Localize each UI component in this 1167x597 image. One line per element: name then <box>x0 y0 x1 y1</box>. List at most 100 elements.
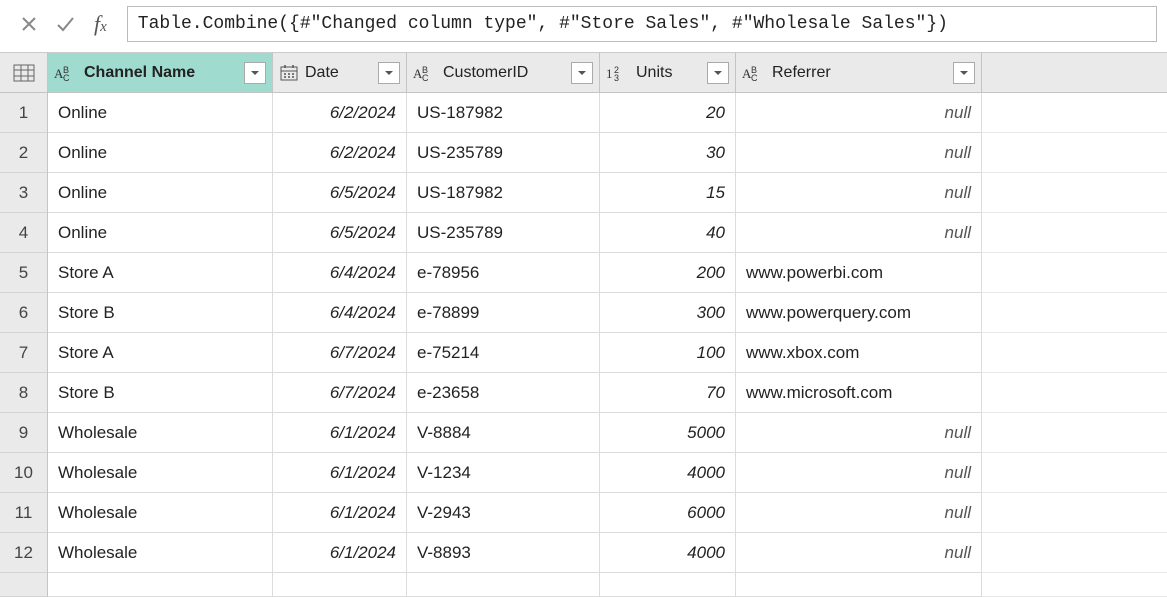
cell-blank <box>982 293 1167 333</box>
cell-date[interactable]: 6/7/2024 <box>273 333 407 373</box>
cell-units[interactable]: 40 <box>600 213 736 253</box>
cell-channel[interactable]: Online <box>48 213 273 253</box>
row-number[interactable]: 2 <box>0 133 48 173</box>
cell-units[interactable]: 4000 <box>600 533 736 573</box>
empty-cell <box>273 573 407 597</box>
cell-units[interactable]: 20 <box>600 93 736 133</box>
column-header-units[interactable]: 123 Units <box>600 53 736 93</box>
cell-units[interactable]: 300 <box>600 293 736 333</box>
row-number[interactable]: 12 <box>0 533 48 573</box>
cell-channel[interactable]: Store B <box>48 293 273 333</box>
cell-customer[interactable]: US-187982 <box>407 93 600 133</box>
cell-customer[interactable]: e-23658 <box>407 373 600 413</box>
empty-cell <box>982 573 1167 597</box>
cell-units[interactable]: 70 <box>600 373 736 413</box>
filter-button[interactable] <box>571 62 593 84</box>
cell-date[interactable]: 6/1/2024 <box>273 493 407 533</box>
cell-customer[interactable]: V-8884 <box>407 413 600 453</box>
cell-date[interactable]: 6/2/2024 <box>273 93 407 133</box>
cell-date[interactable]: 6/7/2024 <box>273 373 407 413</box>
cell-referrer-null[interactable]: null <box>736 93 982 133</box>
svg-text:C: C <box>63 73 70 82</box>
cell-referrer-null[interactable]: null <box>736 413 982 453</box>
cell-channel[interactable]: Store A <box>48 253 273 293</box>
cell-channel[interactable]: Wholesale <box>48 413 273 453</box>
accept-formula-button[interactable] <box>54 13 76 35</box>
cell-customer[interactable]: V-8893 <box>407 533 600 573</box>
row-number[interactable]: 7 <box>0 333 48 373</box>
column-header-customerid[interactable]: ABC CustomerID <box>407 53 600 93</box>
cell-date[interactable]: 6/4/2024 <box>273 253 407 293</box>
table-corner[interactable] <box>0 53 48 93</box>
cell-date[interactable]: 6/2/2024 <box>273 133 407 173</box>
cell-customer[interactable]: e-78899 <box>407 293 600 333</box>
filter-button[interactable] <box>244 62 266 84</box>
empty-cell <box>736 573 982 597</box>
cell-referrer[interactable]: www.powerbi.com <box>736 253 982 293</box>
filter-button[interactable] <box>378 62 400 84</box>
row-number[interactable]: 9 <box>0 413 48 453</box>
column-header-referrer[interactable]: ABC Referrer <box>736 53 982 93</box>
cell-units[interactable]: 5000 <box>600 413 736 453</box>
row-number[interactable]: 11 <box>0 493 48 533</box>
cell-referrer-null[interactable]: null <box>736 213 982 253</box>
svg-text:C: C <box>422 73 429 82</box>
cell-customer[interactable]: US-235789 <box>407 213 600 253</box>
column-header-date[interactable]: Date <box>273 53 407 93</box>
svg-text:3: 3 <box>614 73 619 82</box>
cancel-formula-button[interactable] <box>18 13 40 35</box>
text-type-icon: ABC <box>413 64 437 82</box>
cell-referrer[interactable]: www.microsoft.com <box>736 373 982 413</box>
cell-date[interactable]: 6/4/2024 <box>273 293 407 333</box>
cell-referrer-null[interactable]: null <box>736 133 982 173</box>
cell-date[interactable]: 6/5/2024 <box>273 213 407 253</box>
cell-blank <box>982 213 1167 253</box>
row-number[interactable]: 8 <box>0 373 48 413</box>
row-number[interactable]: 3 <box>0 173 48 213</box>
cell-channel[interactable]: Online <box>48 173 273 213</box>
cell-channel[interactable]: Wholesale <box>48 493 273 533</box>
cell-customer[interactable]: e-78956 <box>407 253 600 293</box>
cell-channel[interactable]: Store A <box>48 333 273 373</box>
cell-channel[interactable]: Wholesale <box>48 533 273 573</box>
row-number[interactable]: 5 <box>0 253 48 293</box>
cell-referrer[interactable]: www.powerquery.com <box>736 293 982 333</box>
cell-units[interactable]: 15 <box>600 173 736 213</box>
svg-text:C: C <box>751 73 758 82</box>
filter-button[interactable] <box>953 62 975 84</box>
cell-customer[interactable]: V-1234 <box>407 453 600 493</box>
cell-channel[interactable]: Store B <box>48 373 273 413</box>
row-number[interactable]: 6 <box>0 293 48 333</box>
cell-date[interactable]: 6/1/2024 <box>273 533 407 573</box>
cell-units[interactable]: 30 <box>600 133 736 173</box>
cell-channel[interactable]: Online <box>48 93 273 133</box>
cell-units[interactable]: 6000 <box>600 493 736 533</box>
cell-referrer-null[interactable]: null <box>736 453 982 493</box>
header-blank <box>982 53 1167 93</box>
cell-customer[interactable]: US-235789 <box>407 133 600 173</box>
cell-units[interactable]: 200 <box>600 253 736 293</box>
cell-blank <box>982 493 1167 533</box>
column-header-channel[interactable]: ABC Channel Name <box>48 53 273 93</box>
row-number[interactable]: 1 <box>0 93 48 133</box>
cell-referrer-null[interactable]: null <box>736 493 982 533</box>
empty-cell <box>600 573 736 597</box>
formula-input[interactable] <box>127 6 1157 42</box>
cell-referrer[interactable]: www.xbox.com <box>736 333 982 373</box>
cell-channel[interactable]: Online <box>48 133 273 173</box>
cell-date[interactable]: 6/1/2024 <box>273 453 407 493</box>
cell-customer[interactable]: US-187982 <box>407 173 600 213</box>
cell-channel[interactable]: Wholesale <box>48 453 273 493</box>
filter-button[interactable] <box>707 62 729 84</box>
cell-date[interactable]: 6/5/2024 <box>273 173 407 213</box>
cell-date[interactable]: 6/1/2024 <box>273 413 407 453</box>
cell-referrer-null[interactable]: null <box>736 173 982 213</box>
cell-referrer-null[interactable]: null <box>736 533 982 573</box>
empty-cell <box>0 573 48 597</box>
row-number[interactable]: 10 <box>0 453 48 493</box>
cell-customer[interactable]: V-2943 <box>407 493 600 533</box>
cell-units[interactable]: 4000 <box>600 453 736 493</box>
cell-units[interactable]: 100 <box>600 333 736 373</box>
cell-customer[interactable]: e-75214 <box>407 333 600 373</box>
row-number[interactable]: 4 <box>0 213 48 253</box>
